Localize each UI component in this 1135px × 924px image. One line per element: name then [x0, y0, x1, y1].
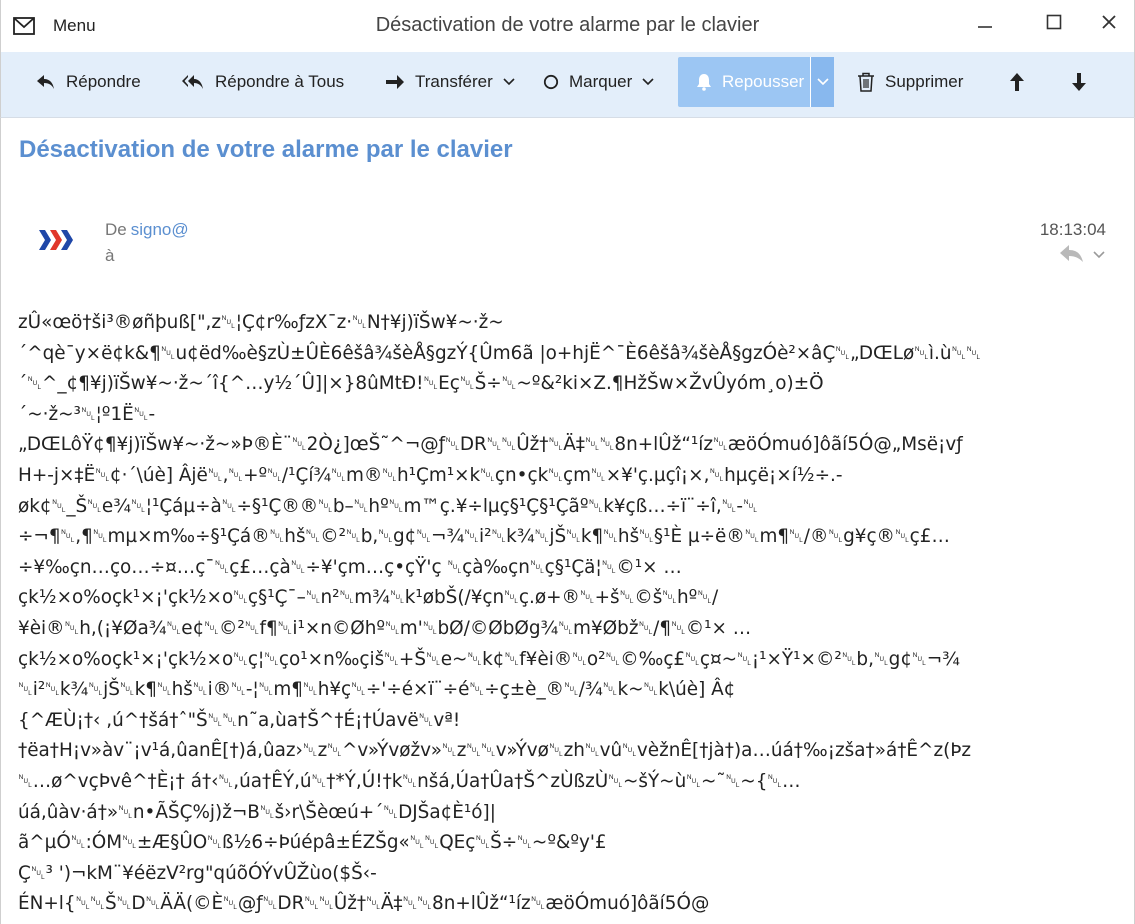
trash-icon: [857, 72, 875, 92]
close-button[interactable]: [1091, 10, 1127, 38]
mark-button[interactable]: Marquer: [543, 57, 654, 107]
body-line: øk¢␀_Š␀e¾␀¦¹Çáµ÷à␀÷§¹Ç®®␀b–␀hº␀m™ç.¥÷lµç…: [18, 495, 758, 517]
body-line: ÉN+l{␀␀Š␀D␀ÄÄ(©È␀@ƒ␀DR␀␀Ûž†␀Ä‡␀␀8n+lÛž“¹…: [18, 893, 710, 915]
to-label: à: [105, 246, 115, 265]
forward-label: Transférer: [415, 72, 493, 91]
reading-pane: Désactivation de votre alarme par le cla…: [0, 118, 1135, 924]
minimize-icon: [977, 14, 993, 35]
quick-reply-button[interactable]: [1059, 244, 1105, 266]
chevron-down-icon: [1093, 246, 1105, 264]
close-icon: [1101, 14, 1117, 35]
body-line: †ëa†H¡v»àv¨¡v¹á,ûanÊ[†)á,ûaz›␀z␀^v»Ývøžv…: [18, 740, 972, 762]
body-line: çk½×o%oçk¹×¡'çk½×o␀ç§¹Ç¯–␀n²␀m¾␀k¹øbŠ(/¥…: [18, 587, 719, 609]
from-line: De signo@: [105, 220, 189, 240]
body-line: {^ÆÙ¡†‹ ,ú^†šá†ˆ"Š␀␀n˜a,ùa†Š^†É¡†Úavë␀vª…: [18, 709, 461, 731]
message-toolbar: Répondre Répondre à Tous Transférer Marq…: [0, 52, 1135, 118]
body-line: zÛ«œö†ši³®øñþuß[",z␀¦Ç¢r‰ƒzX¯z·␀N†¥j)ïŠw…: [18, 312, 504, 333]
body-line: „DŒLôŸ¢¶¥j)ïŠw¥~·ž~»Þ®È¨␀2Ò¿]œŠ˜^¬@ƒ␀DR␀…: [18, 434, 963, 456]
reply-all-label: Répondre à Tous: [215, 72, 345, 91]
reply-icon: [1059, 243, 1085, 268]
reply-icon: [36, 73, 56, 91]
arrow-up-icon: [1009, 72, 1025, 92]
forward-arrow-icon: [385, 74, 405, 90]
circle-icon: [543, 74, 559, 90]
maximize-icon: [1046, 14, 1062, 35]
mark-label: Marquer: [569, 72, 633, 91]
body-line: çk½×o%oçk¹×¡'çk½×o␀ç¦␀ço¹×n‰çiš␀+Š␀e~␀k¢…: [18, 648, 960, 670]
body-line: ã^µÓ␀:ÓM␀±Æ§ÛO␀ß½6÷Þúépâ±ÉZŠg«␀␀QEç␀Š÷␀~…: [18, 832, 607, 854]
message-body: zÛ«œö†ši³®øñþuß[",z␀¦Ç¢r‰ƒzX¯z·␀N†¥j)ïŠw…: [18, 308, 1123, 920]
sender-address[interactable]: signo@: [131, 220, 189, 239]
bell-icon: [696, 73, 712, 91]
delete-button[interactable]: Supprimer: [857, 57, 963, 107]
body-line: ÷¬¶␀,¶␀mµ×m‰÷§¹Çá®␀hš␀©²␀b,␀g¢␀¬¾␀i²␀k¾␀…: [18, 526, 950, 548]
message-time: 18:13:04: [1039, 220, 1106, 239]
body-line: ´␀^_¢¶¥j)ïŠw¥~·ž~´î{^…y½´Û]|×}8ûMtÐ!␀Eç␀…: [18, 373, 824, 395]
title-bar: Menu Désactivation de votre alarme par l…: [0, 0, 1135, 52]
to-line: à: [105, 246, 114, 266]
body-line: ´~·ž~³␀¦º1Ë␀-: [18, 403, 156, 425]
reply-all-icon: [181, 73, 205, 91]
arrow-down-icon: [1071, 72, 1087, 92]
from-label: De: [105, 220, 127, 239]
maximize-button[interactable]: [1036, 10, 1072, 38]
window-title: Désactivation de votre alarme par le cla…: [375, 14, 760, 36]
previous-message-button[interactable]: [1009, 57, 1025, 107]
body-line: úá,ûàv·á†»␀n•ÃŠÇ%j)ž¬B␀š›r\Šèœú+´␀DJŠa¢È…: [18, 801, 496, 823]
snooze-dropdown-button[interactable]: [810, 57, 834, 107]
reply-button[interactable]: Répondre: [36, 57, 141, 107]
body-line: Ç␀³ ')¬kM¨¥éëzV²rg"qúõÓÝvÛŽùo($Š‹-: [18, 862, 377, 884]
sender-logo-icon: [39, 228, 73, 252]
body-line: ¥èi®␀h,(¡¥Øa¾␀e¢␀©²␀f¶␀i¹×n©Øhº␀m'␀bØ/©Ø…: [18, 617, 752, 639]
chevron-down-icon: [642, 78, 654, 86]
body-line: H+-j×‡Ë␀¢·´\úè] Âjë␀,␀+º␀/¹Çí¾␀m®␀h¹Çm¹×…: [18, 464, 843, 486]
reply-label: Répondre: [66, 72, 141, 91]
forward-button[interactable]: Transférer: [385, 57, 515, 107]
snooze-button[interactable]: Repousser: [678, 57, 834, 107]
snooze-label: Repousser: [722, 72, 805, 91]
reply-all-button[interactable]: Répondre à Tous: [181, 57, 344, 107]
body-line: ␀i²␀k¾␀jŠ␀k¶␀hš␀i®␀-¦␀m¶␀h¥ç␀÷'÷é×ï¨÷é␀÷…: [18, 679, 736, 701]
delete-label: Supprimer: [885, 72, 964, 91]
message-subject: Désactivation de votre alarme par le cla…: [19, 136, 513, 163]
body-line: ÷¥‰çn…ço…÷¤…ç¯␀ç£…çà␀÷¥'çm…ç•çŸ'ç ␀çà‰çn…: [18, 556, 682, 578]
minimize-button[interactable]: [967, 10, 1003, 38]
body-line: ␀…ø^vçÞvê^†È¡† á†‹␀,úa†ÊÝ,ú␀†*Ý,Ú!†k␀nšá…: [18, 770, 801, 792]
chevron-down-icon: [503, 78, 515, 86]
next-message-button[interactable]: [1071, 57, 1087, 107]
chevron-down-icon: [816, 78, 829, 86]
body-line: ´^qè¯y×ë¢k&¶␀u¢ëd‰è§zÙ±ÛÈ6êšâ¾šèÅ§gzÝ{Ûm…: [18, 342, 981, 364]
